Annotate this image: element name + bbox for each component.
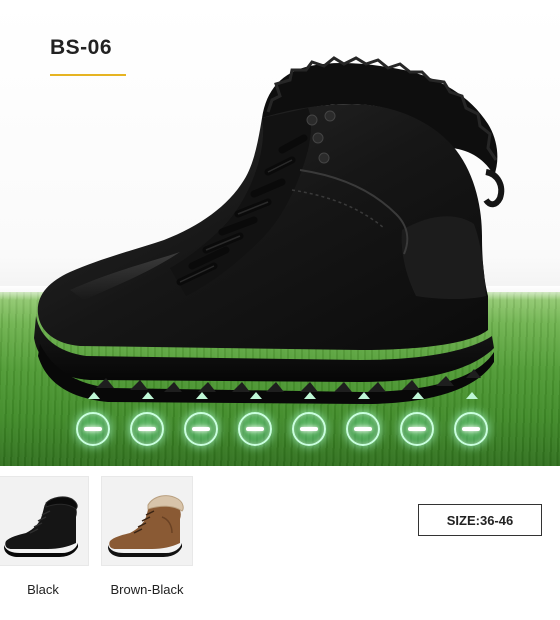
brown-boot-thumbnail (108, 495, 184, 557)
color-variants: Black Brown-Black (0, 466, 560, 620)
variant-brown-black-thumbnail[interactable] (101, 476, 193, 566)
up-arrow-icon (466, 392, 478, 399)
size-range-badge: SIZE:36-46 (418, 504, 542, 536)
sensor-circle-icon (346, 392, 382, 452)
up-arrow-icon (358, 392, 370, 399)
variant-black[interactable]: Black (0, 476, 89, 597)
sensor-circle-icon (292, 392, 328, 452)
minus-bar-icon (192, 427, 210, 431)
minus-bar-icon (300, 427, 318, 431)
sensor-circle-icon (130, 392, 166, 452)
hero-image: BS-06 (0, 0, 560, 466)
up-arrow-icon (142, 392, 154, 399)
up-arrow-icon (304, 392, 316, 399)
up-arrow-icon (196, 392, 208, 399)
sensor-circle-icon (238, 392, 274, 452)
sensor-circle-icon (184, 392, 220, 452)
up-arrow-icon (88, 392, 100, 399)
variant-brown-black[interactable]: Brown-Black (101, 476, 193, 597)
sensor-circle-icon (76, 392, 112, 452)
minus-bar-icon (408, 427, 426, 431)
sensor-indicators (0, 392, 560, 462)
variant-black-thumbnail[interactable] (0, 476, 89, 566)
up-arrow-icon (412, 392, 424, 399)
variant-brown-black-label: Brown-Black (110, 582, 184, 597)
minus-bar-icon (138, 427, 156, 431)
minus-bar-icon (84, 427, 102, 431)
up-arrow-icon (250, 392, 262, 399)
sensor-circle-icon (454, 392, 490, 452)
minus-bar-icon (462, 427, 480, 431)
minus-bar-icon (354, 427, 372, 431)
variant-black-label: Black (27, 582, 59, 597)
minus-bar-icon (246, 427, 264, 431)
black-boot-thumbnail (4, 496, 78, 557)
sensor-circle-icon (400, 392, 436, 452)
